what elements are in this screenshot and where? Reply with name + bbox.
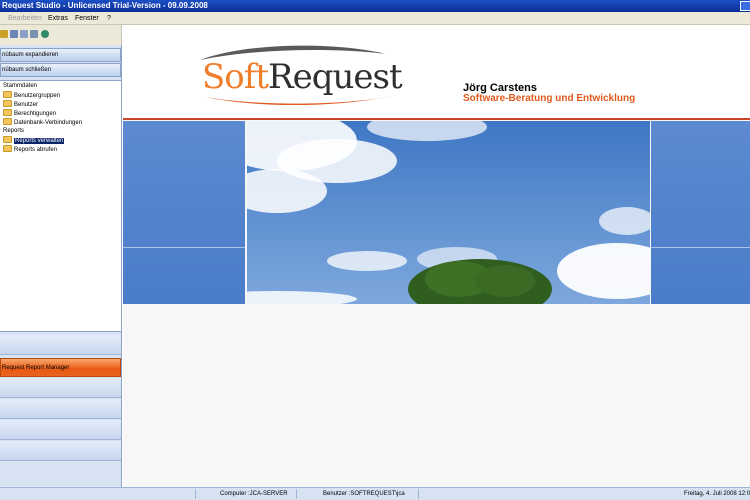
folder-open-icon[interactable] — [0, 30, 8, 38]
blue-panel-left — [123, 121, 245, 304]
print-icon[interactable] — [10, 30, 18, 38]
folder-icon — [3, 145, 12, 152]
logo-soft-text: Soft — [202, 57, 269, 97]
window-control-button[interactable] — [740, 1, 750, 11]
tree-node-reports[interactable]: Reports — [3, 127, 24, 135]
module-slot[interactable] — [0, 399, 121, 419]
folder-icon — [3, 118, 12, 125]
logo-request-text: Request — [268, 57, 403, 97]
document-icon[interactable] — [20, 30, 28, 38]
navigation-tree: Stammdaten Benutzergruppen Benutzer Bere… — [0, 80, 121, 332]
window-title: Request Studio - Unlicensed Trial-Versio… — [2, 1, 208, 10]
tree-node-stammdaten[interactable]: Stammdaten — [3, 82, 37, 90]
status-date: Freitag, 4. Juli 2008 12:0 — [684, 491, 750, 497]
menu-bar: Bearbeiten Extras Fenster ? — [0, 12, 750, 25]
tree-node-label: Reports verwalten — [14, 138, 65, 144]
menu-item-bearbeiten[interactable]: Bearbeiten — [8, 12, 42, 25]
tree-node-label: Benutzer — [14, 102, 39, 108]
navigation-panel: nübaum expandieren nübaum schließen Stam… — [0, 45, 122, 487]
softrequest-logo: SoftRequest — [202, 57, 403, 97]
module-slot[interactable] — [0, 378, 121, 398]
panel-divider — [123, 247, 245, 248]
blue-panel-right — [651, 121, 750, 304]
menu-item-help[interactable]: ? — [107, 12, 111, 25]
panel-divider — [651, 247, 750, 248]
status-user: Benutzer :SOFTREQUEST\jca — [323, 491, 405, 497]
banner-header: SoftRequest Jörg Carstens Software-Berat… — [123, 25, 750, 118]
module-slot[interactable] — [0, 441, 121, 461]
expand-tree-button[interactable]: nübaum expandieren — [0, 48, 121, 62]
status-computer: Computer :JCA-SERVER — [220, 491, 288, 497]
menu-item-extras[interactable]: Extras — [48, 12, 68, 25]
module-slot[interactable] — [0, 420, 121, 440]
tree-node-benutzergruppen[interactable]: Benutzergruppen — [3, 91, 60, 100]
tree-node-label: Berechtigungen — [14, 111, 57, 117]
logo-swoosh-bottom — [205, 95, 396, 106]
panel-splitter[interactable] — [0, 335, 121, 355]
status-separator — [418, 489, 419, 499]
sky-tree-photo — [247, 121, 650, 304]
folder-icon — [3, 109, 12, 116]
globe-icon[interactable] — [41, 30, 49, 38]
tree-node-label: Reports abrufen — [14, 147, 58, 153]
tree-node-berechtigungen[interactable]: Berechtigungen — [3, 109, 56, 118]
tree-node-benutzer[interactable]: Benutzer — [3, 100, 38, 109]
collapse-tree-button[interactable]: nübaum schließen — [0, 63, 121, 77]
status-separator — [296, 489, 297, 499]
tree-node-reports-verwalten[interactable]: Reports verwalten — [3, 136, 65, 145]
company-tagline: Software-Beratung und Entwicklung — [463, 93, 636, 104]
tree-node-reports-abrufen[interactable]: Reports abrufen — [3, 145, 57, 154]
menu-item-fenster[interactable]: Fenster — [75, 12, 99, 25]
tree-node-label: Benutzergruppen — [14, 93, 61, 99]
toolbar — [0, 25, 122, 45]
tree-node-datenbank-verbindungen[interactable]: Datenbank-Verbindungen — [3, 118, 82, 127]
status-separator — [195, 489, 196, 499]
status-bar: Computer :JCA-SERVER Benutzer :SOFTREQUE… — [0, 487, 750, 500]
window-title-bar: Request Studio - Unlicensed Trial-Versio… — [0, 0, 750, 12]
folder-icon — [3, 91, 12, 98]
folder-icon — [3, 136, 12, 143]
folder-icon — [3, 100, 12, 107]
list-icon[interactable] — [30, 30, 38, 38]
header-divider — [123, 118, 750, 120]
main-content: SoftRequest Jörg Carstens Software-Berat… — [123, 25, 750, 487]
tree-node-label: Datenbank-Verbindungen — [14, 120, 83, 126]
module-report-manager[interactable]: Request Report Manager — [0, 358, 121, 377]
